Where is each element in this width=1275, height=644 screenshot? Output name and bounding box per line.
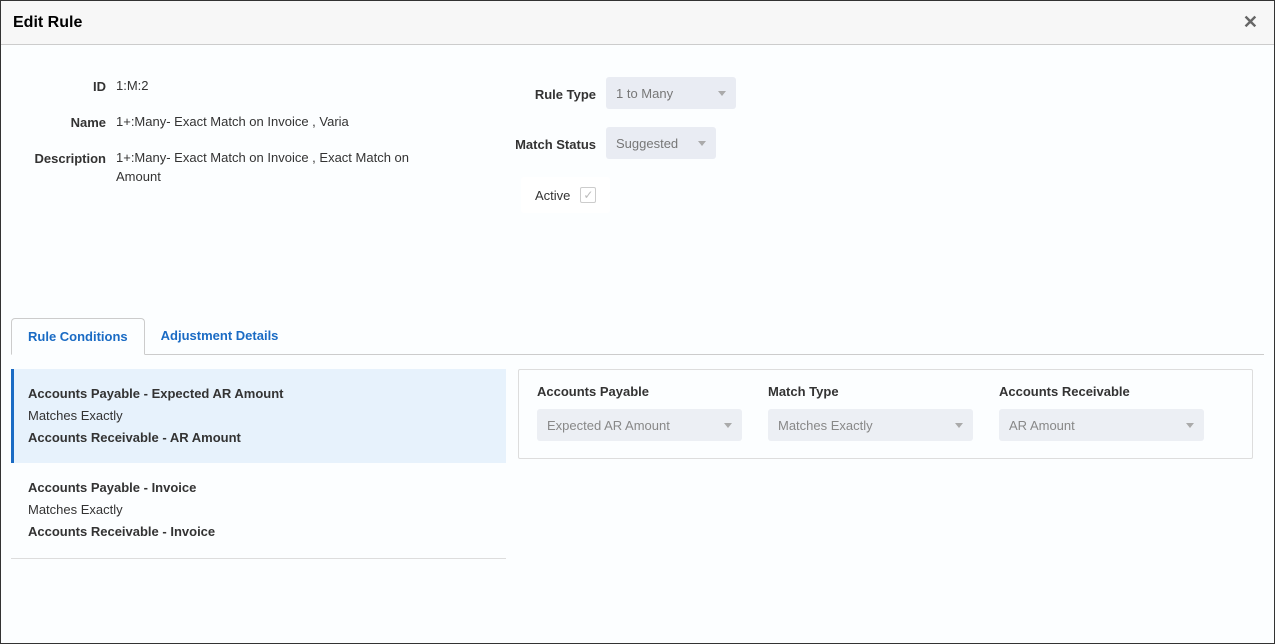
edit-rule-dialog: Edit Rule ✕ ID 1:M:2 Name 1+:Many- Exact… [0, 0, 1275, 644]
condition-line-ar: Accounts Receivable - AR Amount [28, 427, 492, 449]
description-label: Description [31, 149, 116, 166]
cond-ar-field: Invoice [170, 524, 215, 539]
cond-sep: - [140, 386, 152, 401]
cond-sep: - [159, 430, 170, 445]
form-row-matchstatus: Match Status Suggested [501, 127, 821, 159]
active-checkbox[interactable]: ✓ [580, 187, 596, 203]
form-area: ID 1:M:2 Name 1+:Many- Exact Match on In… [1, 77, 1274, 317]
condition-line-ap: Accounts Payable - Expected AR Amount [28, 383, 492, 405]
form-col-left: ID 1:M:2 Name 1+:Many- Exact Match on In… [31, 77, 411, 317]
description-value: 1+:Many- Exact Match on Invoice , Exact … [116, 149, 411, 185]
conditions-list: Accounts Payable - Expected AR Amount Ma… [11, 369, 506, 559]
detail-matchtype-value: Matches Exactly [778, 418, 873, 433]
chevron-down-icon [955, 423, 963, 428]
cond-ap-field: Expected AR Amount [152, 386, 284, 401]
name-label: Name [31, 113, 116, 130]
id-label: ID [31, 77, 116, 94]
cond-ap-source: Accounts Payable [28, 480, 140, 495]
cond-ap-field: Invoice [152, 480, 197, 495]
form-row-name: Name 1+:Many- Exact Match on Invoice , V… [31, 113, 411, 131]
matchstatus-select[interactable]: Suggested [606, 127, 716, 159]
dialog-title: Edit Rule [13, 14, 82, 32]
dialog-header: Edit Rule ✕ [1, 1, 1274, 45]
close-icon[interactable]: ✕ [1239, 12, 1262, 33]
conditions-area: Accounts Payable - Expected AR Amount Ma… [1, 355, 1274, 559]
form-row-id: ID 1:M:2 [31, 77, 411, 95]
tabs-container: Rule Conditions Adjustment Details [1, 317, 1274, 355]
cond-sep: - [140, 480, 152, 495]
detail-col-ar: Accounts Receivable AR Amount [999, 384, 1204, 444]
condition-match: Matches Exactly [28, 405, 492, 427]
detail-ar-value: AR Amount [1009, 418, 1075, 433]
condition-line-ar: Accounts Receivable - Invoice [28, 521, 492, 543]
id-value: 1:M:2 [116, 77, 411, 95]
cond-ap-source: Accounts Payable [28, 386, 140, 401]
detail-ar-select[interactable]: AR Amount [999, 409, 1204, 441]
detail-ap-label: Accounts Payable [537, 384, 742, 399]
active-label: Active [535, 188, 570, 203]
condition-line-ap: Accounts Payable - Invoice [28, 477, 492, 499]
cond-ar-field: AR Amount [170, 430, 241, 445]
condition-item[interactable]: Accounts Payable - Invoice Matches Exact… [11, 463, 506, 557]
matchstatus-select-value: Suggested [616, 136, 678, 151]
ruletype-select[interactable]: 1 to Many [606, 77, 736, 109]
name-value: 1+:Many- Exact Match on Invoice , Varia [116, 113, 411, 131]
detail-ar-label: Accounts Receivable [999, 384, 1204, 399]
form-row-description: Description 1+:Many- Exact Match on Invo… [31, 149, 411, 185]
detail-ap-select[interactable]: Expected AR Amount [537, 409, 742, 441]
chevron-down-icon [724, 423, 732, 428]
active-checkbox-row: Active ✓ [521, 177, 610, 213]
dialog-body: ID 1:M:2 Name 1+:Many- Exact Match on In… [1, 45, 1274, 643]
form-row-active: Active ✓ [501, 177, 821, 213]
condition-detail-panel: Accounts Payable Expected AR Amount Matc… [518, 369, 1253, 459]
chevron-down-icon [1186, 423, 1194, 428]
detail-col-matchtype: Match Type Matches Exactly [768, 384, 973, 444]
detail-matchtype-label: Match Type [768, 384, 973, 399]
detail-col-ap: Accounts Payable Expected AR Amount [537, 384, 742, 444]
cond-sep: - [159, 524, 171, 539]
detail-ap-value: Expected AR Amount [547, 418, 670, 433]
chevron-down-icon [698, 141, 706, 146]
form-row-ruletype: Rule Type 1 to Many [501, 77, 821, 109]
ruletype-label: Rule Type [501, 85, 606, 102]
condition-item[interactable]: Accounts Payable - Expected AR Amount Ma… [11, 369, 506, 463]
tab-rule-conditions[interactable]: Rule Conditions [11, 318, 145, 355]
form-col-right: Rule Type 1 to Many Match Status Suggest… [501, 77, 821, 317]
ruletype-select-value: 1 to Many [616, 86, 673, 101]
tabs: Rule Conditions Adjustment Details [11, 317, 1264, 355]
cond-ar-source: Accounts Receivable [28, 524, 159, 539]
cond-ar-source: Accounts Receivable [28, 430, 159, 445]
tab-adjustment-details[interactable]: Adjustment Details [145, 318, 295, 355]
chevron-down-icon [718, 91, 726, 96]
detail-matchtype-select[interactable]: Matches Exactly [768, 409, 973, 441]
condition-match: Matches Exactly [28, 499, 492, 521]
matchstatus-label: Match Status [501, 135, 606, 152]
